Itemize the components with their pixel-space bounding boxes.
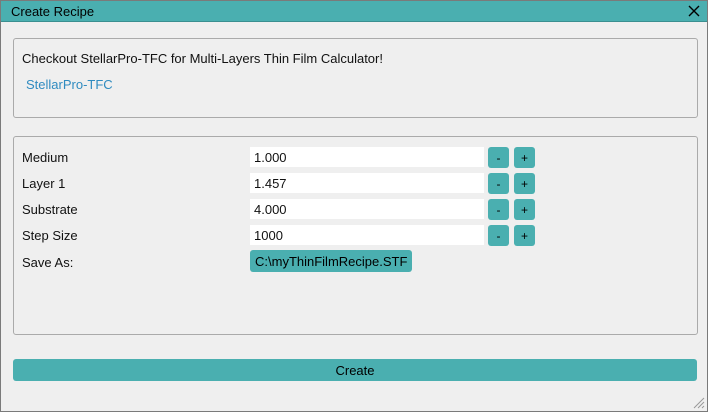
save-as-label: Save As: (22, 255, 74, 270)
step-size-increment-button[interactable]: + (514, 225, 535, 246)
medium-label: Medium (22, 150, 69, 165)
promo-message: Checkout StellarPro-TFC for Multi-Layers… (22, 51, 383, 66)
layer-1-label: Layer 1 (22, 176, 66, 191)
layer-1-increment-button[interactable]: + (514, 173, 535, 194)
step-size-decrement-button[interactable]: - (488, 225, 509, 246)
resize-grip-icon[interactable] (691, 395, 705, 409)
recipe-form-panel: Medium - + Layer 1 - + Substrate - + Ste… (13, 136, 698, 335)
layer-1-input[interactable] (250, 173, 484, 193)
substrate-decrement-button[interactable]: - (488, 199, 509, 220)
window-title: Create Recipe (11, 4, 95, 19)
layer-1-decrement-button[interactable]: - (488, 173, 509, 194)
create-button[interactable]: Create (13, 359, 697, 381)
close-icon (688, 5, 700, 17)
close-button[interactable] (685, 2, 703, 20)
save-path-button[interactable]: C:\myThinFilmRecipe.STF (250, 250, 413, 272)
medium-input[interactable] (250, 147, 484, 167)
substrate-increment-button[interactable]: + (514, 199, 535, 220)
stellarpro-tfc-link[interactable]: StellarPro-TFC (26, 77, 113, 92)
substrate-label: Substrate (22, 202, 78, 217)
substrate-input[interactable] (250, 199, 484, 219)
medium-decrement-button[interactable]: - (488, 147, 509, 168)
step-size-input[interactable] (250, 225, 484, 245)
title-bar[interactable]: Create Recipe (1, 1, 707, 22)
medium-increment-button[interactable]: + (514, 147, 535, 168)
step-size-label: Step Size (22, 228, 78, 243)
promo-panel: Checkout StellarPro-TFC for Multi-Layers… (13, 38, 698, 118)
create-recipe-window: Create Recipe Checkout StellarPro-TFC fo… (0, 0, 708, 412)
